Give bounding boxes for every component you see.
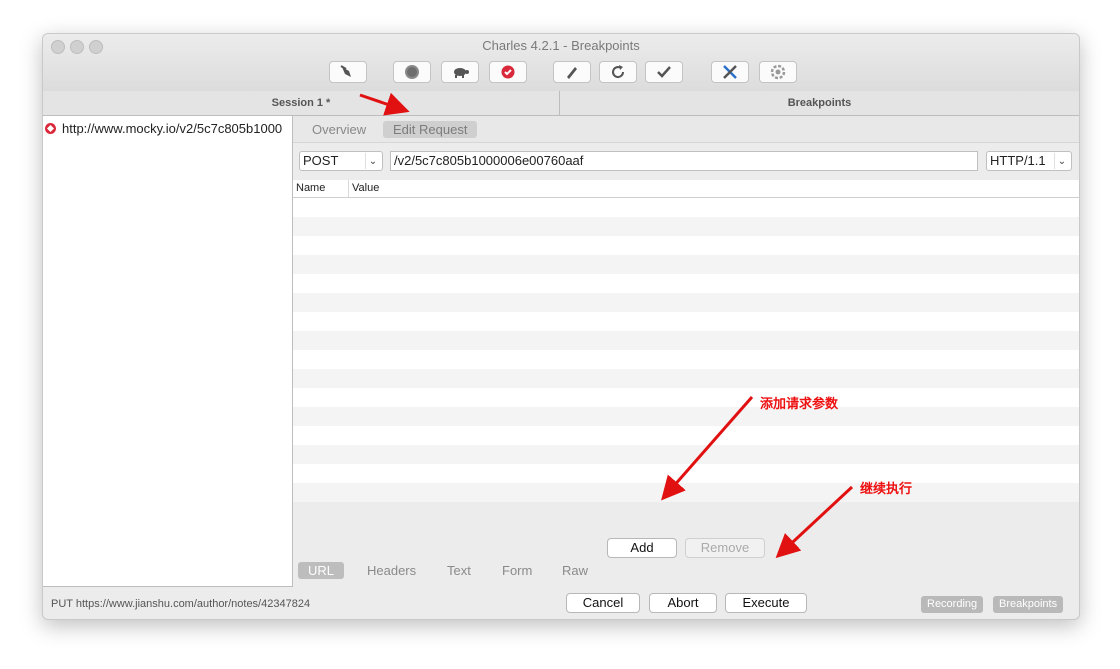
arrow-to-add-button: [661, 396, 754, 501]
arrow-to-execute-button: [775, 485, 854, 559]
arrow-to-edit-request: [359, 92, 410, 116]
annotation-continue: 继续执行: [860, 482, 913, 497]
annotation-add-params: 添加请求参数: [760, 397, 839, 412]
annotation-arrows: [359, 92, 854, 559]
